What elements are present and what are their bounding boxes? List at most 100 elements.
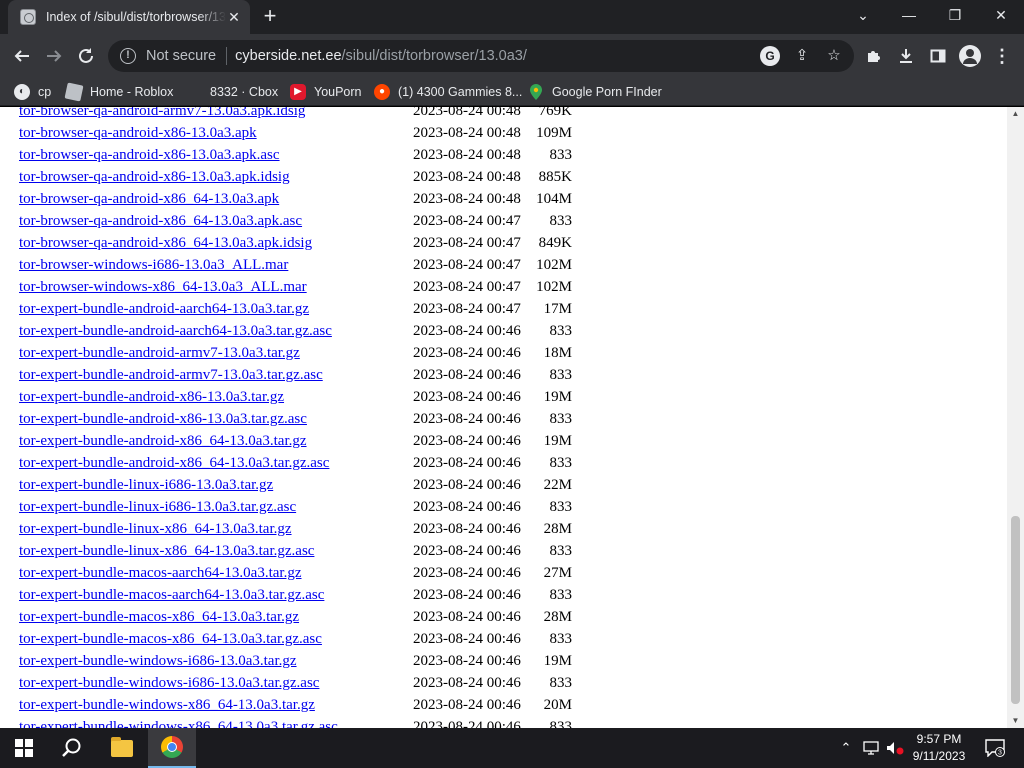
tab-search-button[interactable]: ⌄ (840, 0, 886, 30)
file-link[interactable]: tor-expert-bundle-macos-aarch64-13.0a3.t… (19, 587, 413, 604)
bookmark-label: (1) 4300 Gammies 8... (398, 85, 523, 99)
file-link[interactable]: tor-expert-bundle-macos-x86_64-13.0a3.ta… (19, 631, 413, 648)
scrollbar-thumb[interactable] (1011, 516, 1020, 704)
file-link[interactable]: tor-expert-bundle-windows-x86_64-13.0a3.… (19, 719, 413, 729)
file-row: tor-browser-qa-android-x86_64-13.0a3.apk… (0, 210, 1007, 232)
file-size: 102M (536, 278, 572, 295)
extensions-icon[interactable] (861, 43, 887, 69)
bookmarks-bar: ◐ cp Home - Roblox 8332 · Cbox ▶ YouPorn… (0, 78, 1024, 106)
page-content: tor-browser-qa-android-armv7-13.0a3.apk.… (0, 107, 1007, 728)
back-button[interactable] (8, 42, 36, 70)
bookmark-reddit[interactable]: ● (1) 4300 Gammies 8... (374, 82, 522, 102)
file-link[interactable]: tor-browser-qa-android-x86_64-13.0a3.apk… (19, 213, 413, 230)
file-link[interactable]: tor-expert-bundle-linux-i686-13.0a3.tar.… (19, 477, 413, 494)
file-row: tor-expert-bundle-android-x86-13.0a3.tar… (0, 408, 1007, 430)
share-icon[interactable]: ⇪ (792, 46, 812, 66)
file-date: 2023-08-24 00:46 (413, 586, 521, 603)
globe-icon: ◐ (14, 84, 30, 100)
side-panel-shape-icon (930, 49, 946, 63)
file-link[interactable]: tor-browser-qa-android-armv7-13.0a3.apk.… (19, 107, 413, 120)
tab-active[interactable]: Index of /sibul/dist/torbrowser/13.0a3/ … (8, 0, 250, 34)
file-row: tor-expert-bundle-android-aarch64-13.0a3… (0, 320, 1007, 342)
file-link[interactable]: tor-browser-qa-android-x86-13.0a3.apk.id… (19, 169, 413, 186)
file-row: tor-expert-bundle-macos-x86_64-13.0a3.ta… (0, 628, 1007, 650)
file-link[interactable]: tor-browser-qa-android-x86-13.0a3.apk.as… (19, 147, 413, 164)
window-close-button[interactable]: ✕ (978, 0, 1024, 30)
file-date: 2023-08-24 00:46 (413, 366, 521, 383)
new-tab-button[interactable]: + (258, 5, 282, 29)
url-host[interactable]: cyberside.net.ee (235, 48, 341, 64)
bookmark-google-finder[interactable]: Google Porn FInder (528, 82, 662, 102)
volume-muted-icon[interactable] (884, 728, 906, 768)
file-link[interactable]: tor-expert-bundle-macos-x86_64-13.0a3.ta… (19, 609, 413, 626)
network-icon[interactable] (860, 728, 882, 768)
browser-toolbar: ! Not secure cyberside.net.ee/sibul/dist… (0, 34, 1024, 78)
file-link[interactable]: tor-expert-bundle-windows-i686-13.0a3.ta… (19, 653, 413, 670)
bookmark-cp[interactable]: ◐ cp (14, 82, 51, 102)
notification-center-icon[interactable]: 3 (980, 728, 1010, 768)
menu-kebab-icon[interactable]: ⋮ (989, 43, 1015, 69)
bookmark-star-icon[interactable]: ☆ (824, 46, 844, 66)
file-link[interactable]: tor-expert-bundle-android-x86_64-13.0a3.… (19, 433, 413, 450)
file-link[interactable]: tor-browser-qa-android-x86_64-13.0a3.apk (19, 191, 413, 208)
file-date: 2023-08-24 00:47 (413, 300, 521, 317)
side-panel-icon[interactable] (925, 43, 951, 69)
security-label[interactable]: Not secure (146, 48, 216, 64)
file-row: tor-expert-bundle-windows-i686-13.0a3.ta… (0, 650, 1007, 672)
chrome-taskbar-button[interactable] (148, 728, 196, 768)
file-link[interactable]: tor-expert-bundle-android-x86_64-13.0a3.… (19, 455, 413, 472)
file-link[interactable]: tor-expert-bundle-android-aarch64-13.0a3… (19, 301, 413, 318)
windows-taskbar: ⌃ 9:57 PM 9/11/2023 3 (0, 728, 1024, 768)
minimize-button[interactable]: — (886, 0, 932, 30)
file-link[interactable]: tor-browser-windows-x86_64-13.0a3_ALL.ma… (19, 279, 413, 296)
forward-button[interactable] (40, 42, 68, 70)
system-clock[interactable]: 9:57 PM 9/11/2023 (906, 731, 972, 765)
file-size: 833 (549, 146, 573, 163)
google-lens-icon[interactable]: G (760, 46, 780, 66)
file-size: 833 (549, 366, 573, 383)
tab-close-icon[interactable]: ✕ (226, 9, 242, 25)
file-row: tor-expert-bundle-android-armv7-13.0a3.t… (0, 342, 1007, 364)
restore-button[interactable]: ❐ (932, 0, 978, 30)
tray-chevron-up-icon[interactable]: ⌃ (836, 728, 856, 768)
tab-title: Index of /sibul/dist/torbrowser/13.0a3/ (46, 10, 226, 24)
file-row: tor-expert-bundle-android-x86-13.0a3.tar… (0, 386, 1007, 408)
bookmark-label: Home - Roblox (90, 85, 174, 99)
file-link[interactable]: tor-expert-bundle-linux-x86_64-13.0a3.ta… (19, 543, 413, 560)
file-link[interactable]: tor-browser-qa-android-x86-13.0a3.apk (19, 125, 413, 142)
file-link[interactable]: tor-expert-bundle-android-x86-13.0a3.tar… (19, 389, 413, 406)
bookmark-youporn[interactable]: ▶ YouPorn (290, 82, 362, 102)
warning-icon[interactable]: ! (120, 48, 136, 64)
file-link[interactable]: tor-browser-windows-i686-13.0a3_ALL.mar (19, 257, 413, 274)
download-arrow-icon (900, 49, 912, 63)
vertical-scrollbar[interactable]: ▲ ▼ (1007, 107, 1024, 728)
avatar-icon (959, 45, 981, 67)
file-link[interactable]: tor-expert-bundle-macos-aarch64-13.0a3.t… (19, 565, 413, 582)
profile-button[interactable] (957, 43, 983, 69)
file-size: 833 (549, 674, 573, 691)
bookmark-cbox[interactable]: 8332 · Cbox (186, 82, 278, 102)
downloads-icon[interactable] (893, 43, 919, 69)
file-explorer-button[interactable] (98, 728, 146, 768)
reload-button[interactable] (72, 42, 100, 70)
file-size: 28M (543, 520, 572, 537)
scroll-up-icon[interactable]: ▲ (1007, 107, 1024, 121)
address-bar[interactable]: ! Not secure cyberside.net.ee/sibul/dist… (108, 40, 854, 72)
file-link[interactable]: tor-expert-bundle-android-x86-13.0a3.tar… (19, 411, 413, 428)
file-link[interactable]: tor-expert-bundle-linux-x86_64-13.0a3.ta… (19, 521, 413, 538)
file-link[interactable]: tor-expert-bundle-android-armv7-13.0a3.t… (19, 367, 413, 384)
file-link[interactable]: tor-expert-bundle-linux-i686-13.0a3.tar.… (19, 499, 413, 516)
file-link[interactable]: tor-expert-bundle-android-armv7-13.0a3.t… (19, 345, 413, 362)
file-link[interactable]: tor-browser-qa-android-x86_64-13.0a3.apk… (19, 235, 413, 252)
file-date: 2023-08-24 00:46 (413, 564, 521, 581)
map-pin-icon (528, 84, 544, 100)
bookmark-roblox[interactable]: Home - Roblox (64, 82, 174, 102)
file-link[interactable]: tor-expert-bundle-windows-x86_64-13.0a3.… (19, 697, 413, 714)
start-button[interactable] (0, 728, 48, 768)
file-link[interactable]: tor-expert-bundle-windows-i686-13.0a3.ta… (19, 675, 413, 692)
scroll-down-icon[interactable]: ▼ (1007, 714, 1024, 728)
file-link[interactable]: tor-expert-bundle-android-aarch64-13.0a3… (19, 323, 413, 340)
page-favicon-icon (20, 9, 36, 25)
url-path[interactable]: /sibul/dist/torbrowser/13.0a3/ (342, 48, 527, 64)
search-button[interactable] (48, 728, 96, 768)
